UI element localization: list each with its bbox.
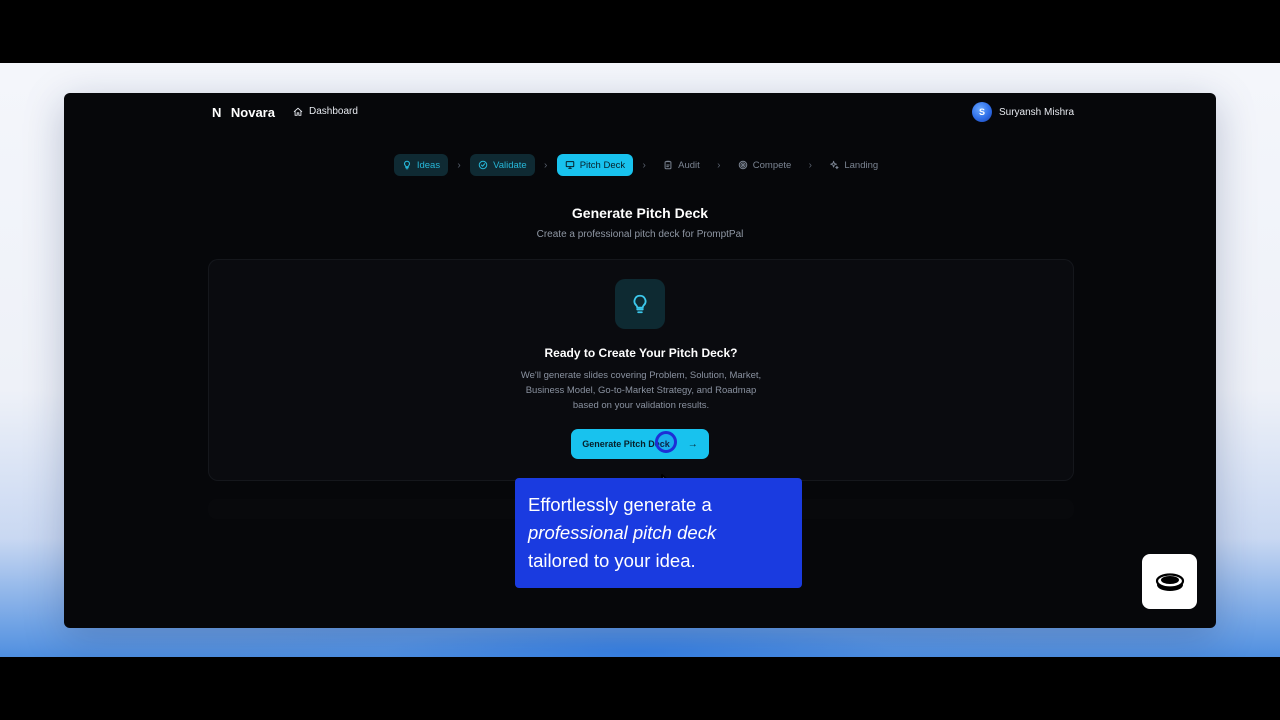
- step-compete-label: Compete: [752, 159, 792, 171]
- clipboard-icon: [664, 160, 672, 170]
- card-title: Ready to Create Your Pitch Deck?: [544, 346, 738, 360]
- generate-pitch-deck-button[interactable]: Generate Pitch Deck →: [571, 429, 709, 459]
- pitch-deck-card: Ready to Create Your Pitch Deck? We'll g…: [208, 259, 1074, 481]
- brand[interactable]: N Novara: [212, 105, 275, 120]
- user-menu[interactable]: S Suryansh Mishra: [972, 102, 1074, 122]
- step-ideas[interactable]: Ideas: [393, 154, 449, 176]
- feature-callout: Effortlessly generate a professional pit…: [515, 478, 802, 588]
- nav-dashboard-link[interactable]: Dashboard: [293, 106, 358, 117]
- chevron-right-icon: ›: [808, 159, 813, 171]
- step-pitch-deck[interactable]: Pitch Deck: [556, 154, 634, 176]
- brand-name: Novara: [230, 105, 275, 120]
- click-indicator: [655, 431, 677, 453]
- nav-dashboard-label: Dashboard: [309, 106, 358, 117]
- home-icon: [293, 107, 303, 116]
- step-landing-label: Landing: [844, 159, 879, 171]
- presentation-icon: [565, 161, 574, 169]
- arrow-right-icon: →: [687, 438, 698, 450]
- step-audit-label: Audit: [678, 159, 700, 171]
- recording-stage: N Novara Dashboard S Suryansh Mishra Ide…: [0, 63, 1280, 657]
- workflow-stepper: Ideas › Validate › Pitch Deck › Audit › …: [64, 154, 1216, 176]
- card-description-line: based on your validation results.: [572, 400, 710, 411]
- target-icon: [738, 160, 748, 170]
- step-pitch-deck-label: Pitch Deck: [579, 159, 626, 171]
- card-description: We'll generate slides covering Problem, …: [491, 368, 791, 413]
- check-circle-icon: [478, 160, 488, 170]
- brand-logo-icon: N: [212, 105, 221, 120]
- floating-widget-button[interactable]: [1142, 554, 1197, 609]
- card-icon-box: [615, 279, 665, 329]
- step-validate-label: Validate: [493, 159, 527, 171]
- step-compete[interactable]: Compete: [730, 154, 800, 176]
- step-validate[interactable]: Validate: [470, 154, 535, 176]
- card-description-line: Business Model, Go-to-Market Strategy, a…: [525, 385, 757, 396]
- page-title: Generate Pitch Deck: [571, 205, 709, 221]
- step-landing[interactable]: Landing: [821, 154, 886, 176]
- card-description-line: We'll generate slides covering Problem, …: [520, 370, 762, 381]
- avatar: S: [972, 102, 992, 122]
- lightbulb-icon: [403, 160, 410, 170]
- record-button-icon: [1155, 572, 1184, 591]
- chevron-right-icon: ›: [544, 159, 548, 171]
- chevron-right-icon: ›: [717, 159, 721, 171]
- page-subtitle: Create a professional pitch deck for Pro…: [536, 229, 744, 240]
- callout-line-2: professional pitch deck: [528, 522, 717, 543]
- chevron-right-icon: ›: [457, 159, 461, 171]
- sparkles-icon: [830, 160, 839, 170]
- step-ideas-label: Ideas: [416, 159, 441, 171]
- callout-line-1: Effortlessly generate a: [528, 494, 712, 515]
- app-window: N Novara Dashboard S Suryansh Mishra Ide…: [64, 93, 1216, 628]
- step-audit[interactable]: Audit: [655, 154, 708, 176]
- lightbulb-icon: [633, 294, 647, 314]
- user-name: Suryansh Mishra: [999, 106, 1075, 118]
- top-bar: N Novara Dashboard S Suryansh Mishra: [64, 93, 1216, 133]
- chevron-right-icon: ›: [642, 159, 646, 171]
- callout-line-3: tailored to your idea.: [528, 550, 696, 571]
